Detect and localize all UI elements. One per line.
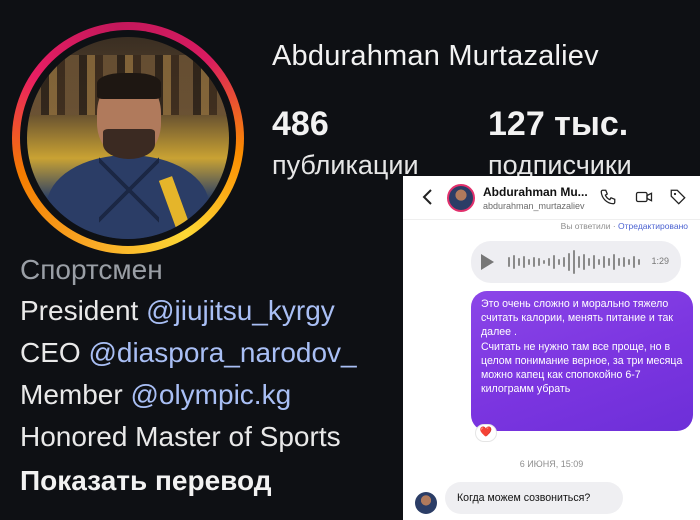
play-icon[interactable]	[481, 254, 494, 270]
chat-header: Abdurahman Mu... abdurahman_murtazaliev	[403, 176, 700, 220]
direct-message-panel: Abdurahman Mu... abdurahman_murtazaliev …	[403, 176, 700, 520]
meta-separator: ·	[612, 221, 616, 231]
bio-prefix: CEO	[20, 337, 89, 368]
incoming-message-bubble[interactable]: Когда можем созвониться?	[445, 482, 623, 514]
replied-label: Вы ответили	[560, 221, 611, 231]
profile-category: Спортсмен	[20, 254, 163, 285]
outgoing-message-bubble[interactable]: Это очень сложно и морально тяжело счита…	[471, 291, 693, 431]
chat-contact-name[interactable]: Abdurahman Mu...	[483, 185, 588, 199]
bio-prefix: President	[20, 295, 147, 326]
bio-line-honored: Honored Master of Sports	[20, 421, 341, 452]
outgoing-message-paragraph: Это очень сложно и морально тяжело счита…	[481, 298, 673, 339]
bio-mention-link[interactable]: @olympic.kg	[130, 379, 291, 410]
show-translation-link[interactable]: Показать перевод	[20, 465, 272, 497]
edited-label: Отредактировано	[618, 221, 688, 231]
bio-line-president: President @jiujitsu_kyrgy	[20, 295, 335, 327]
tag-icon[interactable]	[669, 188, 687, 206]
voice-message[interactable]: 1:29	[471, 241, 681, 283]
outgoing-message-paragraph: Считать не нужно там все проще, но в цел…	[481, 340, 683, 396]
story-ring[interactable]	[12, 22, 244, 254]
chat-contact-username: abdurahman_murtazaliev	[483, 201, 585, 211]
profile-avatar[interactable]	[27, 37, 229, 239]
phone-icon[interactable]	[599, 188, 617, 206]
bio-line-member: Member @olympic.kg	[20, 379, 291, 411]
voice-duration: 1:29	[651, 256, 669, 266]
reply-meta: Вы ответили · Отредактировано	[403, 221, 700, 231]
date-divider: 6 ИЮНЯ, 15:09	[519, 459, 584, 469]
heart-reaction-icon[interactable]: ❤️	[475, 424, 497, 442]
bio-line-ceo: CEO @diaspora_narodov_	[20, 337, 357, 369]
sender-avatar[interactable]	[415, 492, 437, 514]
followers-count[interactable]: 127 тыс.	[488, 105, 628, 144]
bio-prefix: Member	[20, 379, 131, 410]
video-camera-icon[interactable]	[635, 188, 653, 206]
posts-count[interactable]: 486	[272, 105, 329, 144]
bio-mention-link[interactable]: @diaspora_narodov_	[88, 337, 356, 368]
back-chevron-icon[interactable]	[421, 188, 433, 210]
chat-avatar[interactable]	[447, 184, 475, 212]
waveform	[508, 250, 640, 274]
bio-mention-link[interactable]: @jiujitsu_kyrgy	[146, 295, 335, 326]
profile-name: Abdurahman Murtazaliev	[272, 40, 599, 72]
posts-label[interactable]: публикации	[272, 150, 419, 181]
